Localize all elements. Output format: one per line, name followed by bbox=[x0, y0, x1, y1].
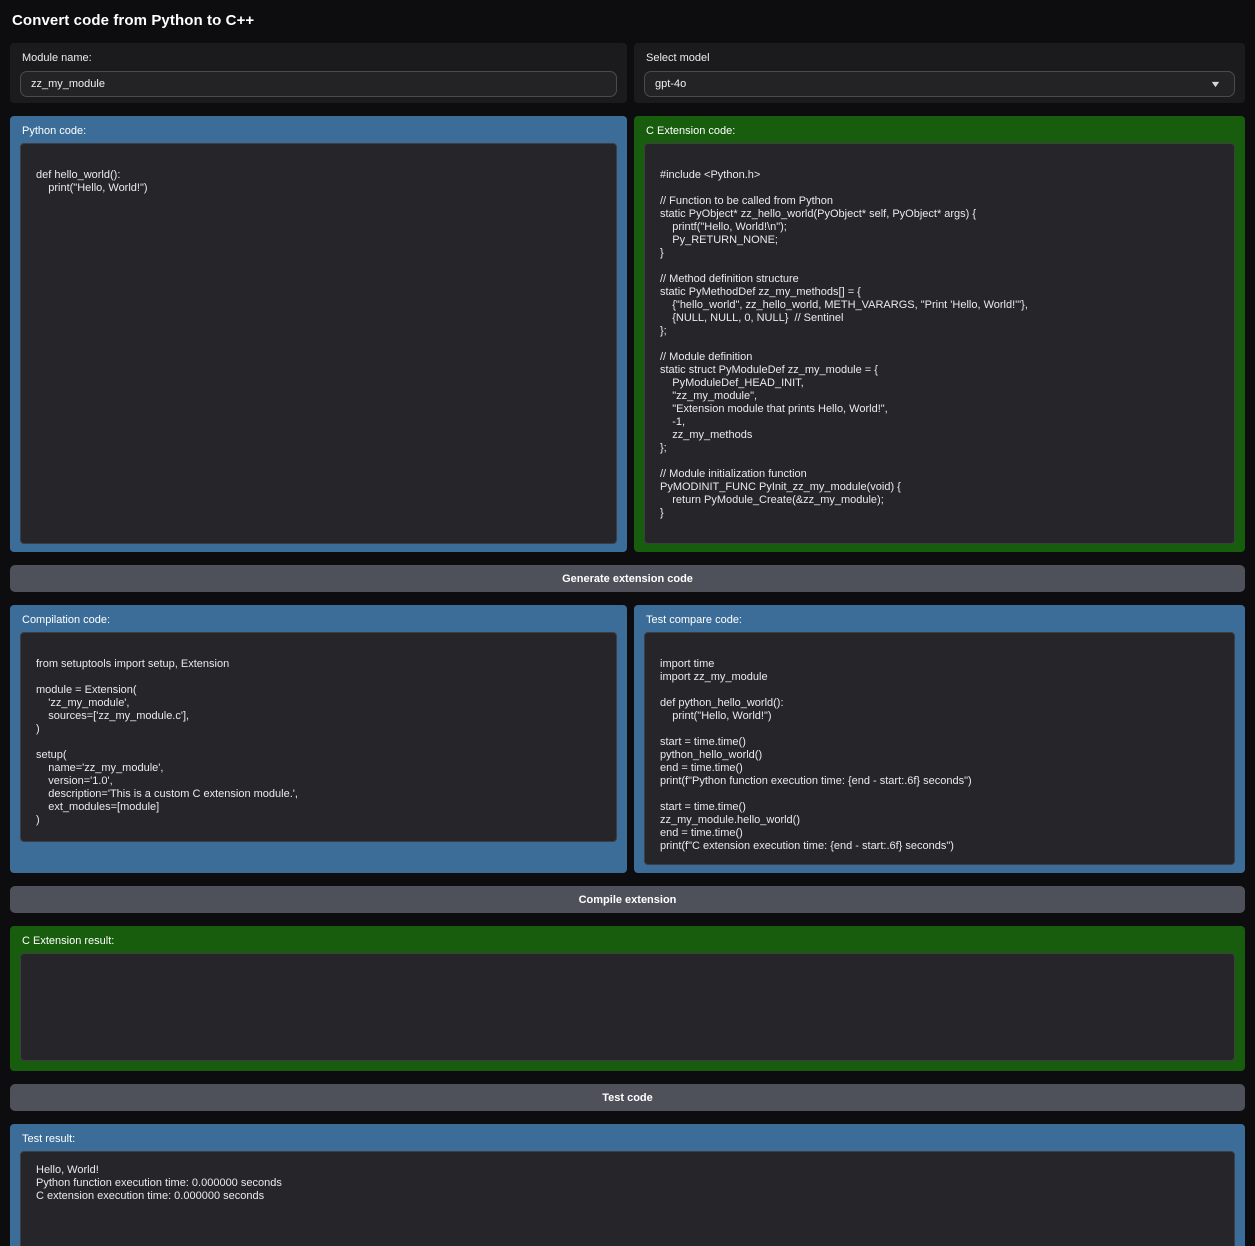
compile-extension-button[interactable]: Compile extension bbox=[10, 886, 1245, 913]
test-compare-code-editor[interactable]: import time import zz_my_module def pyth… bbox=[644, 632, 1235, 865]
test-code-button[interactable]: Test code bbox=[10, 1084, 1245, 1111]
c-extension-result-output[interactable] bbox=[20, 953, 1235, 1061]
test-result-label: Test result: bbox=[22, 1133, 1235, 1145]
compilation-code-label: Compilation code: bbox=[22, 614, 617, 626]
model-select-label: Select model bbox=[646, 52, 1235, 64]
c-extension-code-editor[interactable]: #include <Python.h> // Function to be ca… bbox=[644, 143, 1235, 544]
test-result-output[interactable]: Hello, World! Python function execution … bbox=[20, 1151, 1235, 1246]
test-result-panel: Test result: Hello, World! Python functi… bbox=[10, 1124, 1245, 1246]
python-code-editor[interactable]: def hello_world(): print("Hello, World!"… bbox=[20, 143, 617, 544]
model-selected-value: gpt-4o bbox=[655, 78, 686, 90]
app-root: Convert code from Python to C++ Module n… bbox=[10, 12, 1245, 1246]
form-row: Module name: Select model gpt-4o ▼ bbox=[10, 43, 1245, 103]
page-title: Convert code from Python to C++ bbox=[12, 12, 1245, 29]
module-name-label: Module name: bbox=[22, 52, 617, 64]
compile-test-row: Compilation code: from setuptools import… bbox=[10, 605, 1245, 873]
compilation-code-editor[interactable]: from setuptools import setup, Extension … bbox=[20, 632, 617, 842]
test-compare-code-label: Test compare code: bbox=[646, 614, 1235, 626]
generate-extension-code-button[interactable]: Generate extension code bbox=[10, 565, 1245, 592]
model-select[interactable]: gpt-4o ▼ bbox=[644, 71, 1235, 97]
c-extension-result-panel: C Extension result: bbox=[10, 926, 1245, 1071]
c-extension-result-label: C Extension result: bbox=[22, 935, 1235, 947]
c-extension-code-panel: C Extension code: #include <Python.h> //… bbox=[634, 116, 1245, 552]
code-row: Python code: def hello_world(): print("H… bbox=[10, 116, 1245, 552]
chevron-down-icon: ▼ bbox=[1209, 79, 1221, 89]
module-name-group: Module name: bbox=[10, 43, 627, 103]
test-compare-code-panel: Test compare code: import time import zz… bbox=[634, 605, 1245, 873]
python-code-label: Python code: bbox=[22, 125, 617, 137]
python-code-panel: Python code: def hello_world(): print("H… bbox=[10, 116, 627, 552]
module-name-input[interactable] bbox=[20, 71, 617, 97]
c-extension-code-label: C Extension code: bbox=[646, 125, 1235, 137]
model-select-group: Select model gpt-4o ▼ bbox=[634, 43, 1245, 103]
compilation-code-panel: Compilation code: from setuptools import… bbox=[10, 605, 627, 873]
